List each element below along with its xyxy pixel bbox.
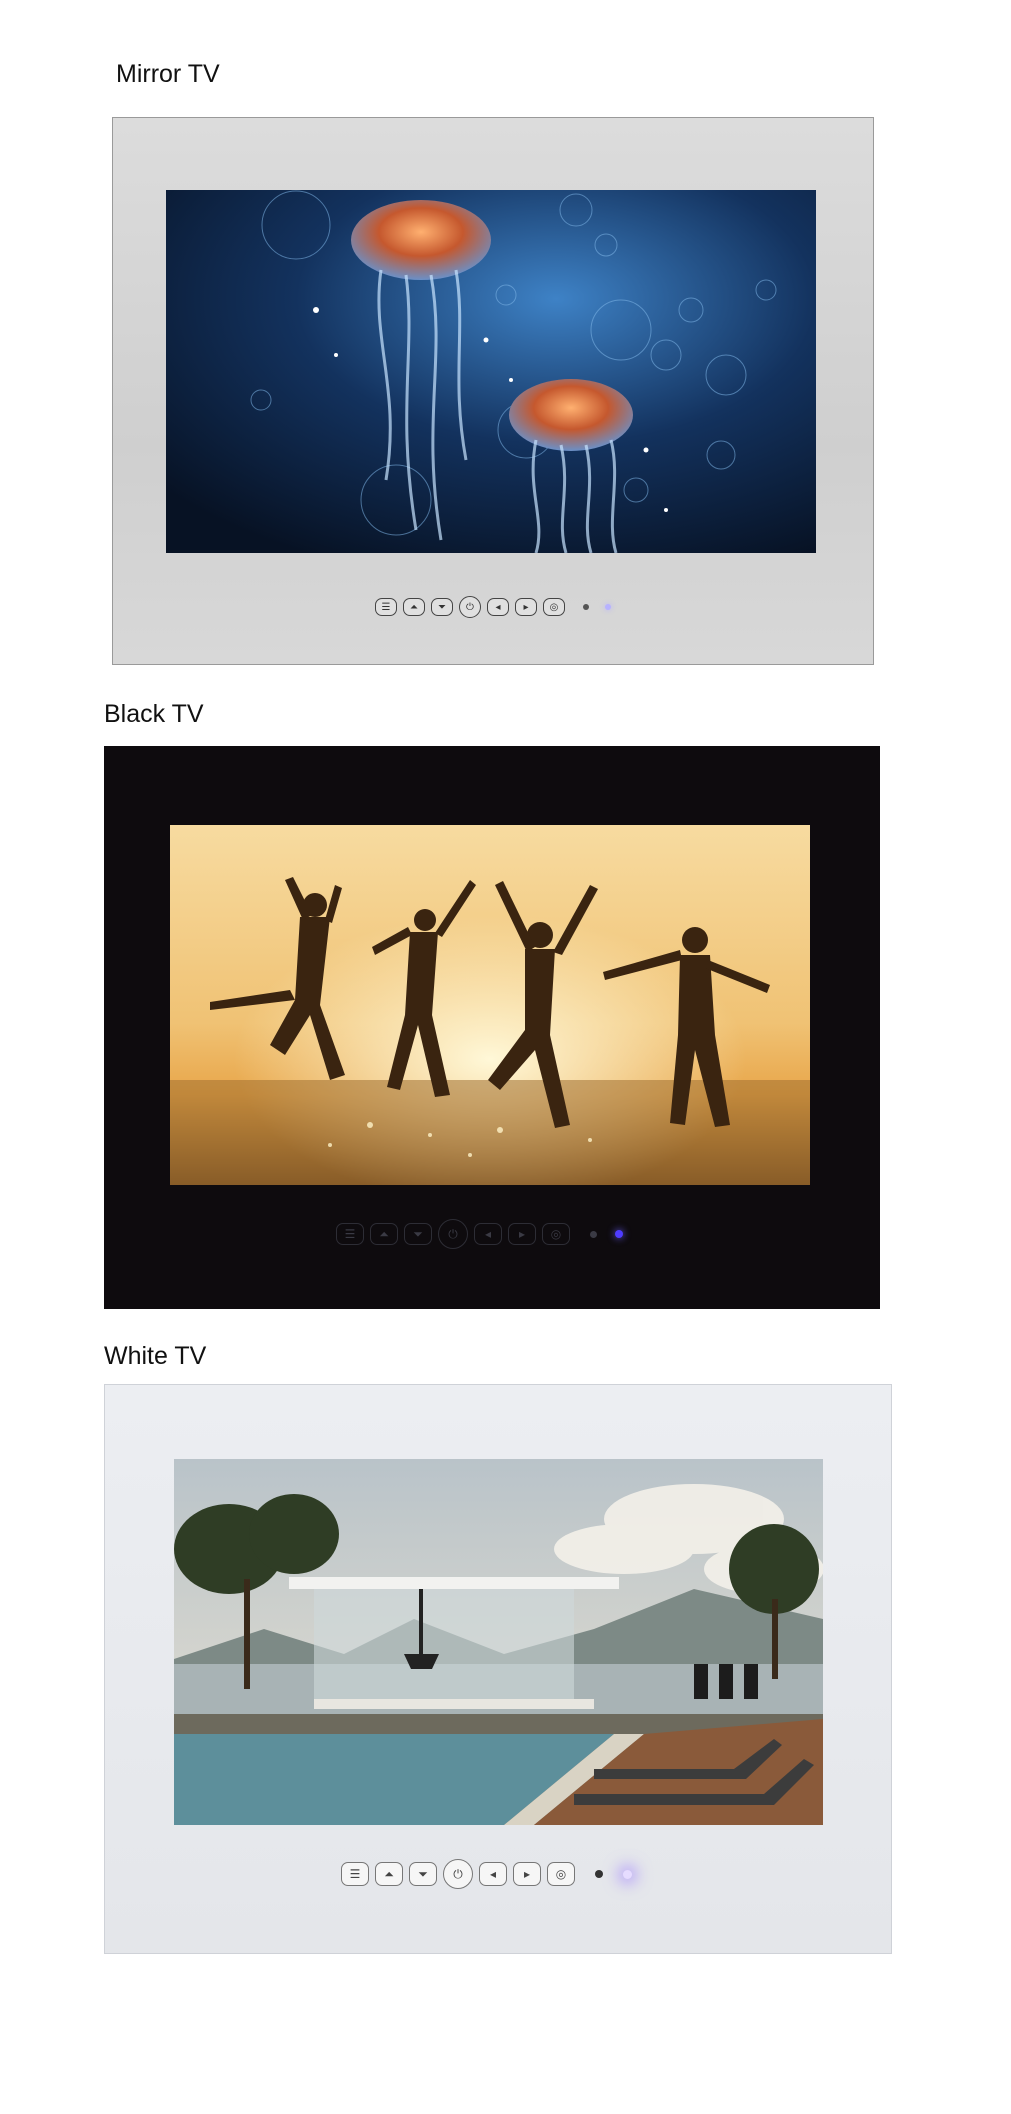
volume-up-icon[interactable]: ▸ — [513, 1862, 541, 1886]
control-panel: ☰ ⏶ ⏷ ⏻ ◂ ▸ ◎ — [341, 1859, 632, 1889]
menu-icon[interactable]: ☰ — [336, 1223, 364, 1245]
mirror-tv: ☰ ⏶ ⏷ ⏻ ◂ ▸ ◎ — [112, 117, 874, 665]
tv-screen-villa — [174, 1459, 823, 1825]
input-icon[interactable]: ⏶ — [370, 1223, 398, 1245]
volume-down-icon[interactable]: ◂ — [479, 1862, 507, 1886]
menu-icon[interactable]: ☰ — [375, 598, 397, 616]
white-tv: ☰ ⏶ ⏷ ⏻ ◂ ▸ ◎ — [104, 1384, 892, 1954]
caption-white-tv: White TV — [104, 1342, 207, 1370]
led-indicator-on — [615, 1230, 623, 1238]
control-panel: ☰ ⏶ ⏷ ⏻ ◂ ▸ ◎ — [375, 596, 611, 618]
caption-black-tv: Black TV — [104, 700, 204, 728]
settings-icon[interactable]: ◎ — [543, 598, 565, 616]
settings-icon[interactable]: ◎ — [547, 1862, 575, 1886]
power-icon[interactable]: ⏻ — [438, 1219, 468, 1249]
led-indicator-off — [590, 1230, 597, 1238]
tv-screen-jellyfish — [166, 190, 816, 553]
led-indicator-off — [595, 1870, 603, 1878]
caption-mirror-tv: Mirror TV — [116, 60, 220, 88]
channel-up-icon[interactable]: ⏶ — [375, 1862, 403, 1886]
led-indicator-on — [623, 1869, 632, 1879]
input-icon[interactable]: ⏶ — [403, 598, 425, 616]
channel-down-icon[interactable]: ⏷ — [409, 1862, 437, 1886]
control-panel: ☰ ⏶ ⏷ ⏻ ◂ ▸ ◎ — [336, 1219, 623, 1249]
volume-down-icon[interactable]: ◂ — [487, 598, 509, 616]
menu-icon[interactable]: ☰ — [341, 1862, 369, 1886]
tv-screen-beach — [170, 825, 810, 1185]
channel-icon[interactable]: ⏷ — [404, 1223, 432, 1245]
volume-down-icon[interactable]: ◂ — [474, 1223, 502, 1245]
volume-up-icon[interactable]: ▸ — [515, 598, 537, 616]
settings-icon[interactable]: ◎ — [542, 1223, 570, 1245]
black-tv: ☰ ⏶ ⏷ ⏻ ◂ ▸ ◎ — [104, 746, 880, 1309]
led-indicator-on — [605, 604, 611, 610]
power-icon[interactable]: ⏻ — [459, 596, 481, 618]
led-indicator-off — [583, 604, 589, 610]
volume-up-icon[interactable]: ▸ — [508, 1223, 536, 1245]
power-icon[interactable]: ⏻ — [443, 1859, 473, 1889]
channel-icon[interactable]: ⏷ — [431, 598, 453, 616]
